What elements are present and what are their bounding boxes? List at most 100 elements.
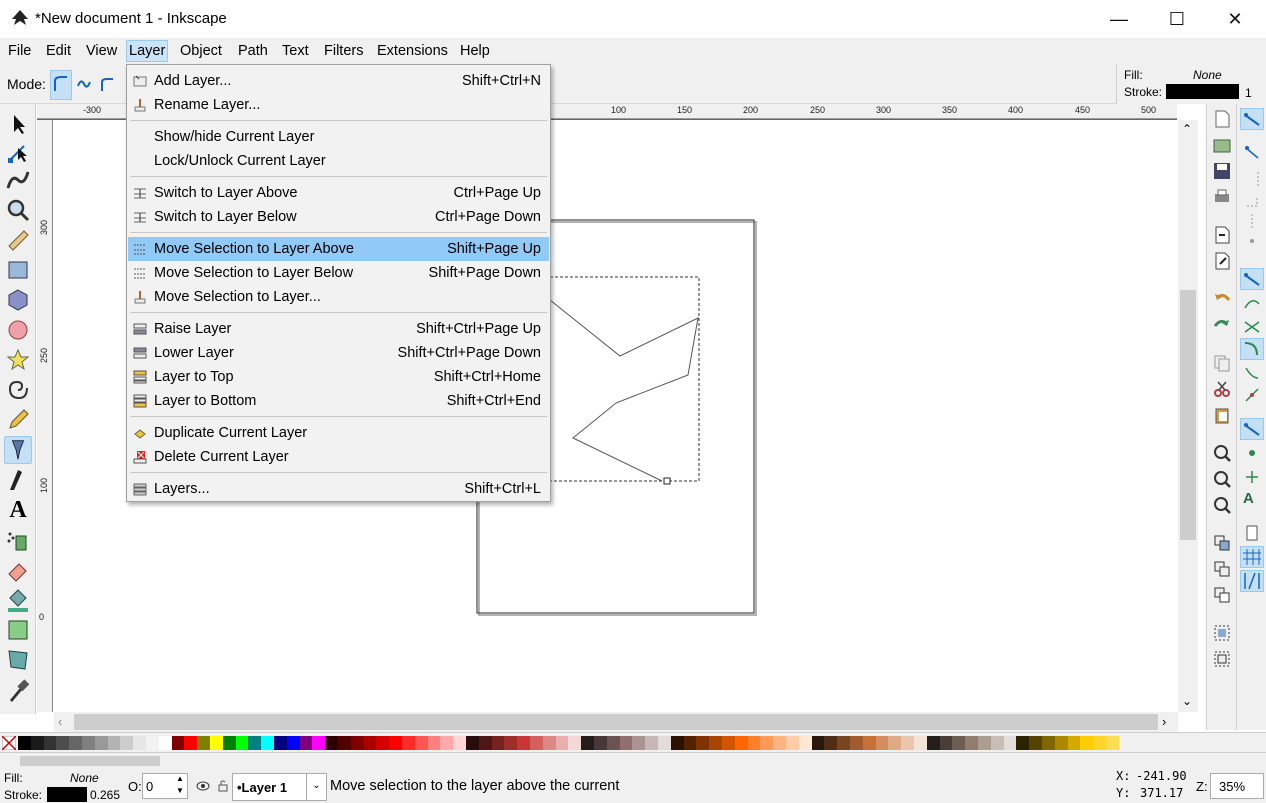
calligraphy-tool-icon[interactable] <box>4 466 32 494</box>
unlink-clone-icon[interactable] <box>1213 586 1231 604</box>
snap-bbox-corner-icon[interactable] <box>1243 192 1261 210</box>
palette-swatch[interactable] <box>722 736 735 750</box>
rectangle-tool-icon[interactable] <box>4 256 32 284</box>
palette-swatch[interactable] <box>312 736 326 750</box>
snap-line-midpoints-icon[interactable] <box>1243 386 1261 404</box>
duplicate-icon[interactable] <box>1213 534 1231 552</box>
menu-item-switch-layer-above[interactable]: Switch to Layer Above Ctrl+Page Up <box>128 181 549 205</box>
palette-swatch[interactable] <box>94 736 108 750</box>
palette-swatch[interactable] <box>990 736 1004 750</box>
snap-guides-toggle[interactable] <box>1240 570 1264 592</box>
menu-item-raise-layer[interactable]: Raise Layer Shift+Ctrl+Page Up <box>128 317 549 341</box>
palette-swatch[interactable] <box>914 736 927 750</box>
group-icon[interactable] <box>1213 624 1231 642</box>
clone-icon[interactable] <box>1213 560 1231 578</box>
palette-swatch[interactable] <box>427 736 441 750</box>
palette-swatch[interactable] <box>811 736 825 750</box>
palette-swatch[interactable] <box>581 736 595 750</box>
palette-swatch[interactable] <box>734 736 748 750</box>
menu-item-layers-dialog[interactable]: Layers... Shift+Ctrl+L <box>128 477 549 501</box>
palette-swatch[interactable] <box>1029 736 1043 750</box>
menu-item-move-selection-to-layer[interactable]: Move Selection to Layer... <box>128 285 549 309</box>
palette-swatch[interactable] <box>56 736 70 750</box>
palette-swatch[interactable] <box>1106 736 1119 750</box>
palette-swatch[interactable] <box>338 736 351 750</box>
palette-swatch[interactable] <box>466 736 479 750</box>
palette-swatch[interactable] <box>939 736 953 750</box>
palette-swatch[interactable] <box>440 736 454 750</box>
horizontal-scrollbar[interactable]: ‹ › <box>54 712 1178 732</box>
palette-swatch[interactable] <box>69 736 83 750</box>
status-fill-value[interactable]: None <box>70 771 99 785</box>
palette-swatch[interactable] <box>210 736 223 750</box>
palette-scrollbar[interactable] <box>20 756 160 766</box>
menu-object[interactable]: Object <box>177 42 225 60</box>
close-button[interactable]: ✕ <box>1206 0 1264 38</box>
palette-swatch[interactable] <box>773 736 787 750</box>
tweak-tool-icon[interactable] <box>4 166 32 194</box>
palette-swatch[interactable] <box>683 736 697 750</box>
palette-swatch[interactable] <box>555 736 569 750</box>
palette-swatch[interactable] <box>632 736 646 750</box>
palette-swatch[interactable] <box>952 736 966 750</box>
node-tool-icon[interactable] <box>4 138 32 166</box>
palette-swatch[interactable] <box>1042 736 1055 750</box>
mode-spiro-icon[interactable] <box>76 76 92 92</box>
palette-swatch[interactable] <box>798 736 812 750</box>
palette-swatch[interactable] <box>504 736 518 750</box>
undo-icon[interactable] <box>1213 290 1231 308</box>
menu-item-layer-to-bottom[interactable]: Layer to Bottom Shift+Ctrl+End <box>128 389 549 413</box>
menu-item-add-layer[interactable]: Add Layer... Shift+Ctrl+N <box>128 69 549 93</box>
mesh-tool-icon[interactable] <box>4 646 32 674</box>
spray-tool-icon[interactable] <box>4 526 32 554</box>
minimize-button[interactable]: — <box>1090 0 1148 38</box>
menu-item-move-selection-layer-below[interactable]: Move Selection to Layer Below Shift+Page… <box>128 261 549 285</box>
selector-tool-icon[interactable] <box>4 110 32 138</box>
palette-swatch[interactable] <box>350 736 364 750</box>
menu-item-show-hide-layer[interactable]: Show/hide Current Layer <box>128 125 549 149</box>
menu-item-layer-to-top[interactable]: Layer to Top Shift+Ctrl+Home <box>128 365 549 389</box>
palette-swatch[interactable] <box>709 736 723 750</box>
ellipse-tool-icon[interactable] <box>4 316 32 344</box>
mode-regular-bezier-button[interactable] <box>50 70 72 100</box>
paint-bucket-tool-icon[interactable] <box>4 586 32 614</box>
mode-bspline-icon[interactable] <box>99 76 115 92</box>
palette-swatch[interactable] <box>184 736 198 750</box>
palette-swatch[interactable] <box>171 736 185 750</box>
pencil-tool-icon[interactable] <box>4 406 32 434</box>
dropper-tool-icon[interactable] <box>4 676 32 704</box>
palette-swatch[interactable] <box>747 736 761 750</box>
3d-box-tool-icon[interactable] <box>4 286 32 314</box>
palette-swatch[interactable] <box>325 736 339 750</box>
palette-swatch[interactable] <box>888 736 902 750</box>
palette-swatch[interactable] <box>133 736 147 750</box>
palette-swatch[interactable] <box>606 736 620 750</box>
palette-swatch[interactable] <box>1054 736 1068 750</box>
current-layer-dropdown[interactable]: •Layer 1 ⌄ <box>232 773 327 801</box>
horizontal-scroll-thumb[interactable] <box>74 714 1158 730</box>
menu-filters[interactable]: Filters <box>321 42 366 60</box>
vertical-ruler[interactable]: 300 250 100 0 <box>37 120 53 712</box>
vertical-scroll-thumb[interactable] <box>1180 290 1196 540</box>
zoom-value[interactable]: 35% <box>1219 779 1245 794</box>
palette-swatch[interactable] <box>824 736 838 750</box>
gradient-tool-icon[interactable] <box>4 616 32 644</box>
text-tool-icon[interactable]: A <box>4 496 32 524</box>
palette-swatch[interactable] <box>261 736 275 750</box>
menu-view[interactable]: View <box>83 42 120 60</box>
menu-extensions[interactable]: Extensions <box>374 42 451 60</box>
snap-smooth-nodes-icon[interactable] <box>1243 364 1261 382</box>
vertical-scrollbar[interactable]: ⌃ ⌄ <box>1178 120 1198 712</box>
palette-swatch[interactable] <box>453 736 467 750</box>
palette-swatch[interactable] <box>274 736 287 750</box>
palette-swatch[interactable] <box>18 736 31 750</box>
fill-value[interactable]: None <box>1193 68 1222 82</box>
palette-swatch[interactable] <box>670 736 684 750</box>
zoom-spinbox[interactable]: 35% <box>1210 773 1264 799</box>
snap-page-border-icon[interactable] <box>1243 524 1261 542</box>
snap-bbox-center-icon[interactable] <box>1243 232 1261 250</box>
palette-swatch[interactable] <box>478 736 492 750</box>
palette-swatch[interactable] <box>786 736 799 750</box>
palette-swatch[interactable] <box>542 736 556 750</box>
snap-enable-toggle[interactable] <box>1240 108 1264 130</box>
